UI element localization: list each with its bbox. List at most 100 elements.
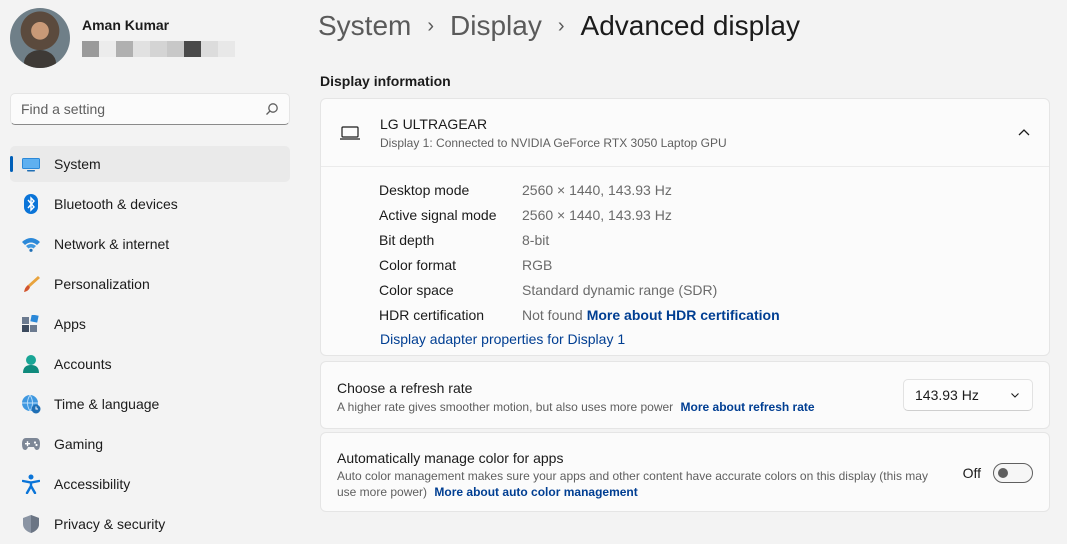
system-icon	[21, 154, 41, 174]
sidebar-item-bluetooth[interactable]: Bluetooth & devices	[10, 186, 290, 222]
sidebar-item-label: Accounts	[54, 356, 112, 372]
info-key: Desktop mode	[379, 181, 470, 198]
avatar[interactable]	[10, 8, 70, 68]
color-management-title: Automatically manage color for apps	[337, 450, 564, 466]
sidebar-item-accounts[interactable]: Accounts	[10, 346, 290, 382]
toggle-knob	[998, 468, 1008, 478]
display-info-rows: Desktop mode 2560 × 1440, 143.93 Hz Acti…	[321, 167, 1049, 327]
profile-text: Aman Kumar	[82, 17, 235, 57]
blurred-email	[82, 41, 235, 57]
blur-pixel	[116, 41, 133, 57]
info-value: 2560 × 1440, 143.93 Hz	[522, 181, 672, 198]
info-key: Color format	[379, 256, 457, 273]
display-info-card: LG ULTRAGEAR Display 1: Connected to NVI…	[320, 98, 1050, 356]
color-management-toggle[interactable]	[993, 463, 1033, 483]
chevron-right-icon: ›	[557, 14, 565, 37]
color-management-description: Auto color management makes sure your ap…	[337, 468, 957, 500]
refresh-rate-selected: 143.93 Hz	[915, 387, 979, 403]
user-name: Aman Kumar	[82, 17, 170, 33]
sidebar-item-privacy[interactable]: Privacy & security	[10, 506, 290, 542]
sidebar-nav: System Bluetooth & devices Network & int…	[10, 146, 290, 544]
sidebar-item-personalization[interactable]: Personalization	[10, 266, 290, 302]
info-key: Color space	[379, 281, 454, 298]
bluetooth-icon	[21, 194, 41, 214]
brush-icon	[21, 274, 41, 294]
info-value: RGB	[522, 256, 553, 273]
display-name: LG ULTRAGEAR	[380, 115, 488, 132]
globe-clock-icon	[21, 394, 41, 414]
blur-pixel	[184, 41, 201, 57]
page-title: Advanced display	[580, 10, 800, 41]
apps-icon	[21, 314, 41, 334]
color-management-desc-line2: use more power)	[337, 485, 428, 499]
sidebar-item-accessibility[interactable]: Accessibility	[10, 466, 290, 502]
refresh-rate-description: A higher rate gives smoother motion, but…	[337, 399, 815, 415]
chevron-right-icon: ›	[427, 14, 435, 37]
breadcrumb-system[interactable]: System	[318, 10, 411, 42]
blur-pixel	[150, 41, 167, 57]
info-key: Active signal mode	[379, 206, 497, 223]
accounts-icon	[21, 354, 41, 374]
sidebar-item-network[interactable]: Network & internet	[10, 226, 290, 262]
wifi-icon	[21, 234, 41, 254]
color-management-desc-line2-wrap: use more power) More about auto color ma…	[337, 484, 957, 500]
color-management-link[interactable]: More about auto color management	[434, 485, 637, 499]
toggle-state-label: Off	[962, 465, 981, 481]
blur-pixel	[201, 41, 218, 57]
display-header-text: LG ULTRAGEAR Display 1: Connected to NVI…	[380, 116, 727, 150]
sidebar-item-label: Personalization	[54, 276, 150, 292]
display-info-header[interactable]: LG ULTRAGEAR Display 1: Connected to NVI…	[321, 99, 1049, 167]
sidebar-item-label: Accessibility	[54, 476, 131, 492]
sidebar-item-label: Bluetooth & devices	[54, 196, 178, 212]
blur-pixel	[218, 41, 235, 57]
search-input[interactable]	[21, 101, 265, 117]
sidebar-item-gaming[interactable]: Gaming	[10, 426, 290, 462]
section-title: Display information	[320, 73, 451, 89]
info-value: Not found	[522, 306, 583, 323]
color-management-desc-line1: Auto color management makes sure your ap…	[337, 469, 928, 483]
display-subtitle: Display 1: Connected to NVIDIA GeForce R…	[380, 135, 727, 150]
refresh-rate-title: Choose a refresh rate	[337, 380, 473, 396]
info-key: HDR certification	[379, 306, 485, 323]
sidebar-item-label: Time & language	[54, 396, 160, 412]
refresh-rate-card: Choose a refresh rate A higher rate give…	[320, 361, 1050, 429]
blur-pixel	[82, 41, 99, 57]
search-box[interactable]	[10, 93, 290, 125]
info-row-bit-depth: Bit depth 8-bit	[379, 227, 1049, 252]
search-icon[interactable]	[265, 102, 279, 116]
sidebar: Aman Kumar System Bluetooth & devices	[0, 0, 300, 544]
sidebar-item-label: Apps	[54, 316, 86, 332]
color-management-card: Automatically manage color for apps Auto…	[320, 432, 1050, 512]
main-content: System › Display › Advanced display Disp…	[318, 0, 1052, 544]
info-row-desktop-mode: Desktop mode 2560 × 1440, 143.93 Hz	[379, 177, 1049, 202]
blur-pixel	[99, 41, 116, 57]
chevron-up-icon[interactable]	[1017, 125, 1031, 139]
hdr-certification-link[interactable]: More about HDR certification	[587, 307, 780, 323]
sidebar-item-system[interactable]: System	[10, 146, 290, 182]
info-row-color-space: Color space Standard dynamic range (SDR)	[379, 277, 1049, 302]
info-key: Bit depth	[379, 231, 435, 248]
breadcrumb-display[interactable]: Display	[450, 10, 542, 42]
sidebar-item-label: Privacy & security	[54, 516, 166, 532]
blur-pixel	[133, 41, 150, 57]
gamepad-icon	[21, 434, 41, 454]
display-adapter-properties-link[interactable]: Display adapter properties for Display 1	[380, 331, 625, 347]
accessibility-icon	[21, 474, 41, 494]
refresh-rate-link[interactable]: More about refresh rate	[681, 400, 815, 414]
info-value: 8-bit	[522, 231, 550, 248]
breadcrumb: System › Display › Advanced display	[318, 10, 800, 42]
blur-pixel	[167, 41, 184, 57]
info-value: Standard dynamic range (SDR)	[522, 281, 718, 298]
sidebar-item-label: System	[54, 156, 101, 172]
sidebar-item-label: Network & internet	[54, 236, 170, 252]
sidebar-item-apps[interactable]: Apps	[10, 306, 290, 342]
sidebar-item-label: Gaming	[54, 436, 104, 452]
shield-icon	[21, 514, 41, 534]
user-profile[interactable]: Aman Kumar	[10, 8, 235, 68]
laptop-icon	[340, 125, 360, 140]
sidebar-item-time-language[interactable]: Time & language	[10, 386, 290, 422]
info-row-active-signal: Active signal mode 2560 × 1440, 143.93 H…	[379, 202, 1049, 227]
refresh-rate-dropdown[interactable]: 143.93 Hz	[903, 379, 1033, 411]
info-row-color-format: Color format RGB	[379, 252, 1049, 277]
info-value: 2560 × 1440, 143.93 Hz	[522, 206, 672, 223]
